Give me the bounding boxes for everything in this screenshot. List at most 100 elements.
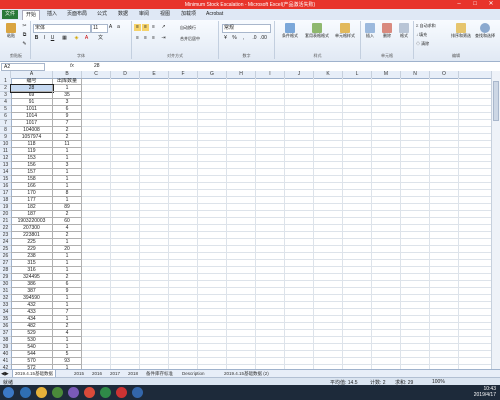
row-header[interactable]: 2 — [0, 85, 11, 92]
minimize-icon[interactable]: – — [452, 0, 466, 8]
table-cell[interactable]: 187 — [11, 211, 53, 218]
table-cell[interactable]: 570 — [11, 358, 53, 365]
sheet-tab-3[interactable]: 2016 — [90, 370, 104, 377]
maximize-icon[interactable]: □ — [468, 0, 482, 8]
table-cell[interactable]: 1 — [53, 337, 82, 344]
start-icon[interactable] — [3, 387, 14, 398]
table-cell[interactable]: 1 — [53, 267, 82, 274]
sheet-tab-5[interactable]: 2018 — [126, 370, 140, 377]
fill-button[interactable]: ↓ 填充 — [416, 32, 427, 38]
row-header[interactable]: 8 — [0, 127, 11, 134]
row-header[interactable]: 37 — [0, 330, 11, 337]
media-icon[interactable] — [52, 387, 63, 398]
table-cell[interactable]: 20 — [53, 246, 82, 253]
table-cell[interactable]: 540 — [11, 344, 53, 351]
row-header[interactable]: 41 — [0, 358, 11, 365]
table-cell[interactable]: 2 — [53, 211, 82, 218]
table-cell[interactable]: 1017 — [11, 120, 53, 127]
acrobat-icon[interactable] — [116, 387, 127, 398]
table-cell[interactable]: 1 — [53, 239, 82, 246]
find-select-button[interactable]: 查找和选择 — [474, 23, 496, 39]
shrink-font-icon[interactable]: a — [115, 24, 122, 31]
wrap-text-button[interactable]: 自动换行 — [180, 25, 196, 31]
table-cell[interactable]: 1 — [53, 148, 82, 155]
tab-page-layout[interactable]: 页面布局 — [64, 10, 90, 19]
column-header-K[interactable]: K — [314, 71, 343, 78]
row-header[interactable]: 11 — [0, 148, 11, 155]
table-cell[interactable]: 7 — [53, 309, 82, 316]
align-left-icon[interactable]: ≡ — [134, 35, 141, 42]
row-header[interactable]: 32 — [0, 295, 11, 302]
row-header[interactable]: 27 — [0, 260, 11, 267]
row-header[interactable]: 35 — [0, 316, 11, 323]
column-header-N[interactable]: N — [401, 71, 430, 78]
table-cell[interactable]: 69 — [11, 92, 53, 99]
table-cell[interactable]: 386 — [11, 281, 53, 288]
conditional-format-button[interactable]: 条件格式 — [277, 23, 303, 39]
table-cell[interactable]: 118 — [11, 141, 53, 148]
currency-icon[interactable]: ¥ — [222, 35, 229, 42]
app-icon[interactable] — [68, 387, 79, 398]
tab-file[interactable]: 文件 — [2, 10, 19, 19]
table-cell[interactable]: 158 — [11, 176, 53, 183]
sheet-tab-6[interactable]: 备件库存标准 — [144, 370, 175, 377]
row-header[interactable]: 1 — [0, 78, 11, 85]
column-header-H[interactable]: H — [227, 71, 256, 78]
font-size-select[interactable]: 11 — [91, 24, 108, 33]
row-header[interactable]: 12 — [0, 155, 11, 162]
table-cell[interactable]: 9 — [53, 113, 82, 120]
fill-color-icon[interactable]: ◈ — [73, 35, 80, 42]
row-header[interactable]: 26 — [0, 253, 11, 260]
table-cell[interactable]: 2 — [53, 274, 82, 281]
table-cell[interactable]: 1 — [53, 85, 82, 92]
row-header[interactable]: 36 — [0, 323, 11, 330]
table-cell[interactable]: 2 — [53, 232, 82, 239]
table-cell[interactable]: 1 — [53, 295, 82, 302]
underline-icon[interactable]: U — [49, 35, 56, 42]
number-format-select[interactable]: 常规 — [222, 24, 271, 33]
tab-insert[interactable]: 插入 — [44, 10, 60, 19]
table-cell[interactable]: 35 — [53, 92, 82, 99]
row-header[interactable]: 25 — [0, 246, 11, 253]
word-icon[interactable] — [132, 387, 143, 398]
table-cell[interactable]: 3 — [53, 99, 82, 106]
font-color-icon[interactable]: A — [83, 35, 90, 42]
row-header[interactable]: 23 — [0, 232, 11, 239]
tab-review[interactable]: 审阅 — [136, 10, 152, 19]
column-header-I[interactable]: I — [256, 71, 285, 78]
table-cell[interactable]: 119 — [11, 148, 53, 155]
row-header[interactable]: 5 — [0, 106, 11, 113]
table-cell[interactable]: 2 — [53, 127, 82, 134]
clear-button[interactable]: ◇ 清除 — [416, 41, 429, 47]
row-header[interactable]: 31 — [0, 288, 11, 295]
column-header-A[interactable]: A — [11, 71, 53, 78]
table-cell[interactable]: 2 — [53, 323, 82, 330]
fx-icon[interactable]: fx — [70, 63, 74, 69]
border-icon[interactable]: ▦ — [61, 35, 68, 42]
scroll-thumb[interactable] — [493, 81, 499, 121]
column-header-G[interactable]: G — [198, 71, 227, 78]
close-icon[interactable]: ✕ — [484, 0, 498, 8]
column-header-O[interactable]: O — [430, 71, 459, 78]
column-header-J[interactable]: J — [285, 71, 314, 78]
bold-icon[interactable]: B — [33, 35, 40, 42]
table-cell[interactable]: 225 — [11, 239, 53, 246]
row-header[interactable]: 17 — [0, 190, 11, 197]
table-cell[interactable]: 432 — [11, 302, 53, 309]
table-cell[interactable]: 315 — [11, 260, 53, 267]
paste-button[interactable]: 粘贴 — [4, 23, 18, 39]
table-cell[interactable]: 207300 — [11, 225, 53, 232]
decrease-decimal-icon[interactable]: .00 — [260, 35, 267, 42]
column-header-L[interactable]: L — [343, 71, 372, 78]
table-cell[interactable]: 1 — [53, 316, 82, 323]
table-cell[interactable]: 1 — [53, 169, 82, 176]
sheet-tab-7[interactable]: Description — [180, 370, 207, 377]
table-cell[interactable]: 91 — [11, 99, 53, 106]
row-header[interactable]: 16 — [0, 183, 11, 190]
table-cell[interactable]: 104008 — [11, 127, 53, 134]
indent-icon[interactable]: ⇥ — [160, 35, 167, 42]
format-cells-button[interactable]: 格式 — [396, 23, 412, 39]
table-cell[interactable]: 170 — [11, 190, 53, 197]
table-cell[interactable]: 156 — [11, 162, 53, 169]
cut-icon[interactable]: ✂ — [21, 23, 28, 30]
